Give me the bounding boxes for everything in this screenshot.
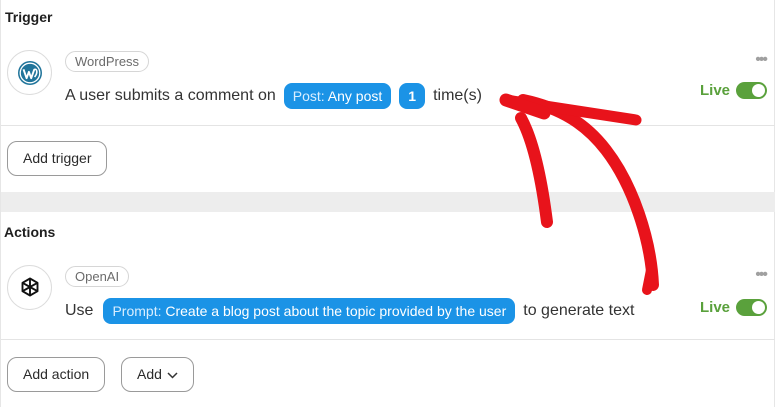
- trigger-live-label: Live: [700, 82, 731, 99]
- action-sentence-suffix: to generate text: [523, 302, 635, 319]
- chevron-down-icon: [167, 358, 178, 391]
- action-sentence-prefix: Use: [65, 302, 94, 319]
- toggle-knob: [752, 84, 766, 97]
- trigger-sentence: A user submits a comment on Post: Any po…: [65, 83, 490, 109]
- toggle-knob: [752, 301, 766, 314]
- add-dropdown-button[interactable]: Add: [121, 357, 194, 392]
- action-more-icon[interactable]: •••: [755, 266, 768, 284]
- trigger-post-pill[interactable]: Post: Any post: [283, 83, 392, 109]
- trigger-more-icon[interactable]: •••: [755, 51, 768, 69]
- action-prompt-pill-value: Create a blog post about the topic provi…: [165, 303, 507, 319]
- action-live-label: Live: [700, 299, 731, 316]
- trigger-app-chip: WordPress: [65, 51, 150, 72]
- trigger-sentence-suffix: time(s): [433, 87, 482, 104]
- action-app-chip: OpenAI: [65, 266, 130, 287]
- actions-section-title: Actions: [4, 224, 56, 240]
- trigger-post-pill-key: Post:: [292, 88, 325, 104]
- action-row[interactable]: OpenAI ••• Use Prompt: Create a blog pos…: [1, 245, 775, 340]
- trigger-live-toggle[interactable]: [736, 82, 768, 99]
- trigger-section-title: Trigger: [5, 9, 53, 25]
- add-action-button[interactable]: Add action: [7, 357, 106, 392]
- trigger-live-status[interactable]: Live: [700, 82, 768, 99]
- add-dropdown-label: Add: [137, 366, 162, 382]
- trigger-post-pill-value: Any post: [327, 88, 383, 104]
- add-trigger-button[interactable]: Add trigger: [7, 141, 108, 176]
- trigger-sentence-prefix: A user submits a comment on: [65, 87, 276, 104]
- action-live-status[interactable]: Live: [700, 299, 768, 316]
- automation-editor: Trigger WordPress ••• A user submits a c…: [0, 0, 775, 407]
- trigger-row[interactable]: WordPress ••• A user submits a comment o…: [1, 30, 775, 126]
- trigger-count-pill[interactable]: 1: [399, 83, 426, 109]
- action-prompt-pill[interactable]: Prompt: Create a blog post about the top…: [103, 298, 516, 324]
- wordpress-icon: [7, 50, 52, 95]
- action-prompt-pill-key: Prompt:: [112, 303, 162, 319]
- section-divider: [1, 192, 775, 212]
- action-sentence: Use Prompt: Create a blog post about the…: [65, 298, 642, 324]
- action-live-toggle[interactable]: [736, 299, 768, 316]
- openai-icon: [7, 265, 52, 310]
